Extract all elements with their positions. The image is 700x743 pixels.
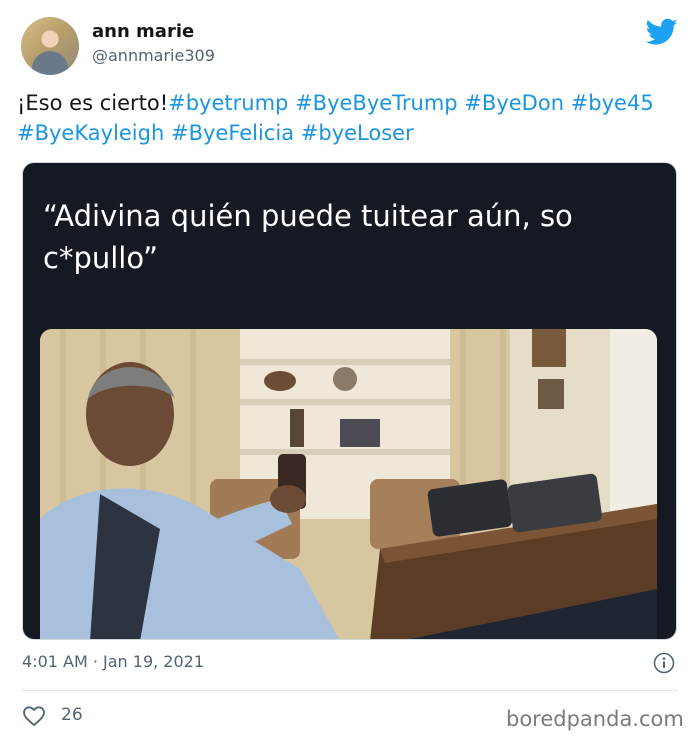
author-avatar[interactable]: [21, 17, 79, 75]
hashtag-link[interactable]: #byetrump: [168, 91, 288, 115]
divider: [22, 690, 678, 691]
tweet-text-plain: ¡Eso es cierto!: [17, 91, 169, 115]
hashtag-link[interactable]: #byeLoser: [301, 121, 414, 145]
tweet-media[interactable]: “Adivina quién puede tuitear aún, so c*p…: [22, 162, 677, 640]
watermark: boredpanda.com: [506, 707, 684, 731]
tweet-timestamp[interactable]: 4:01 AM · Jan 19, 2021: [22, 652, 204, 671]
office-scene-image: [40, 329, 657, 639]
meme-caption: “Adivina quién puede tuitear aún, so c*p…: [43, 199, 573, 275]
author-name[interactable]: ann marie: [92, 21, 194, 42]
hashtag-link[interactable]: #bye45: [571, 91, 654, 115]
hashtag-link[interactable]: #ByeKayleigh: [17, 121, 164, 145]
hashtag-link[interactable]: #ByeFelicia: [171, 121, 294, 145]
twitter-bird-icon[interactable]: [646, 18, 678, 46]
meme-photo[interactable]: [40, 329, 657, 639]
info-icon[interactable]: [653, 652, 675, 674]
hashtag-link[interactable]: #ByeByeTrump: [295, 91, 458, 115]
like-count: 26: [61, 705, 83, 725]
hashtag-link[interactable]: #ByeDon: [464, 91, 564, 115]
heart-icon[interactable]: [22, 705, 46, 727]
author-handle[interactable]: @annmarie309: [92, 46, 215, 65]
tweet-text: ¡Eso es cierto!#byetrump #ByeByeTrump #B…: [17, 88, 687, 148]
